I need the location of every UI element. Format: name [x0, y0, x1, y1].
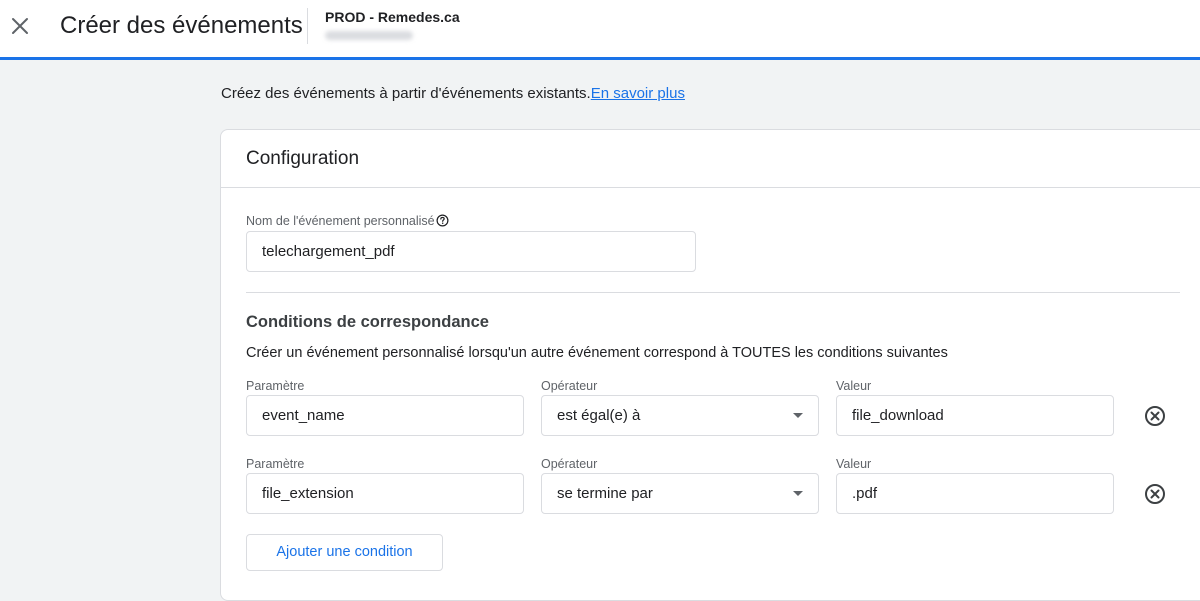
operator-value: est égal(e) à	[557, 407, 641, 424]
operator-select[interactable]: se termine par	[541, 473, 819, 514]
parameter-label: Paramètre	[246, 457, 305, 471]
value-input[interactable]: file_download	[836, 395, 1114, 436]
intro-sentence: Créez des événements à partir d'événemen…	[221, 85, 591, 102]
event-name-label-text: Nom de l'événement personnalisé	[246, 214, 435, 228]
property-name: PROD - Remedes.ca	[325, 9, 460, 25]
help-circle-icon[interactable]	[436, 214, 449, 227]
operator-select[interactable]: est égal(e) à	[541, 395, 819, 436]
parameter-input[interactable]: file_extension	[246, 473, 524, 514]
learn-more-link[interactable]: En savoir plus	[591, 85, 685, 102]
operator-label: Opérateur	[541, 379, 598, 393]
close-button[interactable]	[6, 12, 34, 40]
page-title: Créer des événements	[60, 12, 303, 39]
top-header: Créer des événements PROD - Remedes.ca	[0, 0, 1200, 60]
remove-circle-icon[interactable]	[1143, 482, 1167, 506]
card-title-divider	[221, 187, 1200, 188]
property-id-blurred	[325, 31, 413, 40]
operator-label: Opérateur	[541, 457, 598, 471]
remove-circle-icon[interactable]	[1143, 404, 1167, 428]
conditions-description: Créer un événement personnalisé lorsqu'u…	[246, 345, 948, 361]
section-divider	[246, 292, 1180, 293]
value-input[interactable]: .pdf	[836, 473, 1114, 514]
conditions-title: Conditions de correspondance	[246, 313, 489, 331]
chevron-down-icon	[793, 491, 803, 496]
intro-text: Créez des événements à partir d'événemen…	[221, 85, 685, 102]
event-name-input[interactable]: telechargement_pdf	[246, 231, 696, 272]
value-label: Valeur	[836, 457, 872, 471]
parameter-input[interactable]: event_name	[246, 395, 524, 436]
chevron-down-icon	[793, 413, 803, 418]
header-divider	[307, 8, 308, 44]
close-icon[interactable]	[11, 17, 29, 35]
operator-value: se termine par	[557, 485, 653, 502]
event-name-label: Nom de l'événement personnalisé	[246, 214, 449, 228]
value-label: Valeur	[836, 379, 872, 393]
card-title: Configuration	[246, 148, 360, 169]
parameter-label: Paramètre	[246, 379, 305, 393]
add-condition-button[interactable]: Ajouter une condition	[246, 534, 443, 571]
configuration-card: Configuration Nom de l'événement personn…	[220, 129, 1200, 601]
